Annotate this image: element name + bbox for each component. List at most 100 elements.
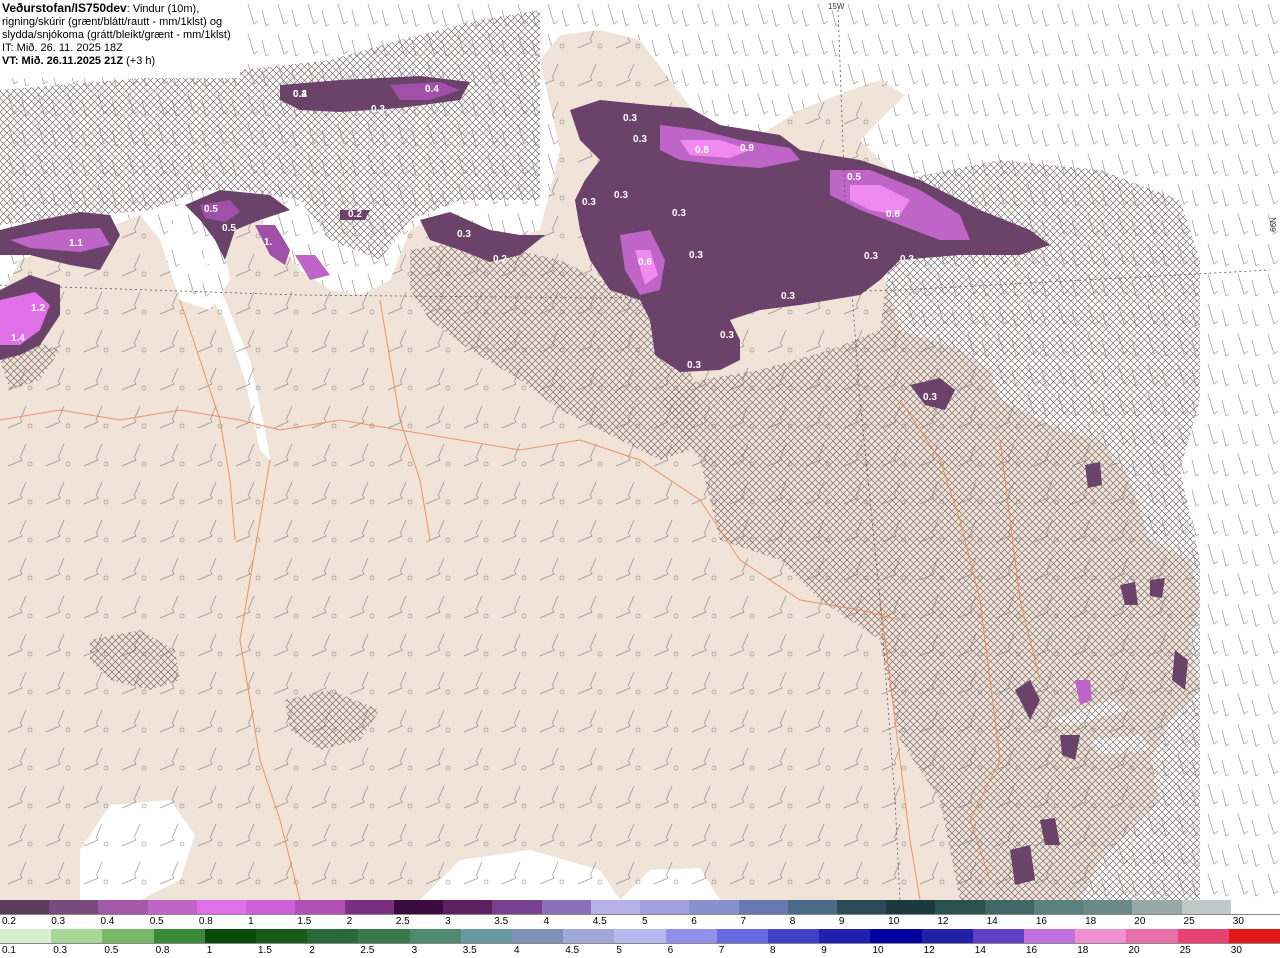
legend-label: 6 <box>691 916 697 927</box>
precip-value-label: 0.3 <box>457 229 471 240</box>
precip-value-label: 0.3 <box>623 113 637 124</box>
precip-value-label: 0.3 <box>614 190 628 201</box>
legend-rain-labels: 0.1 0.3 0.5 0.8 1 1.5 2 2.5 3 3.5 4 4.5 5 6 7 8 9 10 12 14 1… <box>0 944 1280 958</box>
legend-swatch <box>768 929 820 943</box>
legend-swatch <box>460 929 513 943</box>
legend-label: 4.5 <box>565 945 580 956</box>
legend-swatch <box>716 929 769 943</box>
description-first: : Vindur (10m), <box>126 3 200 15</box>
legend-swatch <box>1024 929 1076 943</box>
legend-swatch <box>640 900 690 914</box>
legend-swatch <box>836 900 887 914</box>
legend-label: 9 <box>821 945 827 956</box>
precip-value-label: 0.3 <box>672 208 686 219</box>
legend-label: 7 <box>740 916 747 927</box>
info-title-line: Veðurstofan/IS750dev: Vindur (10m), <box>2 2 240 16</box>
legend-swatch <box>0 929 52 943</box>
precip-value-label: 0.4 <box>293 89 307 100</box>
precip-value-label: 0.9 <box>740 143 754 154</box>
legend-swatch <box>563 929 615 943</box>
precip-value-label: 0.3 <box>720 330 734 341</box>
legend-swatch <box>246 900 296 914</box>
precip-value-label: 0.6 <box>638 257 652 268</box>
legend-swatch <box>1177 929 1229 943</box>
precip-value-label: 0.5 <box>847 172 861 183</box>
precip-value-label: 1.1 <box>69 238 83 249</box>
legend-label: 10 <box>888 916 900 927</box>
legend-swatch <box>984 900 1034 914</box>
precip-value-label: 0.4 <box>425 84 439 95</box>
forecast-map[interactable]: 0.2 0.3 0.4 0.4 0.2 0.5 1.1 1. 0.5 1.2 1.4 0.3 0.2 0.… <box>0 0 1280 900</box>
legend-label: 25 <box>1179 945 1191 956</box>
legend-label: 1.5 <box>258 945 272 956</box>
legend-label: 9 <box>838 916 845 927</box>
legend-label: 18 <box>1085 916 1097 927</box>
precip-value-label: 0.2 <box>348 209 362 220</box>
precip-value-label: 0.3 <box>689 250 703 261</box>
legend-label: 1.5 <box>297 916 312 927</box>
legend-label: 3.5 <box>462 945 477 956</box>
legend-swatch <box>935 900 985 914</box>
legend-swatch <box>665 929 717 943</box>
legend-swatch <box>0 900 50 914</box>
legend-swatch <box>358 929 410 943</box>
legend-swatch <box>972 929 1025 943</box>
legend-label: 0.8 <box>198 916 213 927</box>
legend-label: 3 <box>445 916 451 927</box>
legend-swatch <box>1075 929 1127 943</box>
legend-label: 10 <box>872 945 884 956</box>
legend-label: 8 <box>770 945 776 956</box>
legend-swatch <box>921 929 973 943</box>
legend-label: 4 <box>543 916 550 927</box>
precip-value-label: 0.3 <box>900 254 914 265</box>
precip-value-label: 0.3 <box>582 197 596 208</box>
legend-label: 18 <box>1077 945 1089 956</box>
legend-label: 30 <box>1232 916 1244 927</box>
legend-snow-swatches <box>0 900 1280 915</box>
legend-swatch <box>1033 900 1084 914</box>
valid-time-line: VT: Mið. 26.11.2025 21Z (+3 h) <box>2 55 240 68</box>
legend-swatch <box>1126 929 1178 943</box>
legend-label: 12 <box>923 945 935 956</box>
legend-label: 20 <box>1128 945 1140 956</box>
legend-label: 0.5 <box>104 945 119 956</box>
legend-label: 5 <box>616 945 622 956</box>
legend-swatch <box>1132 900 1182 914</box>
legend-swatch <box>307 929 359 943</box>
legend-label: 2.5 <box>360 945 375 956</box>
legend-snow: 0.2 0.3 0.4 0.5 0.8 1 1.5 2 2.5 3 3.5 4 4.5 5 6 7 8 9 10 12… <box>0 900 1280 929</box>
legend-swatch <box>51 929 103 943</box>
precip-value-label: 0.8 <box>695 145 709 156</box>
legend-label: 12 <box>937 916 949 927</box>
precip-value-label: 0.3 <box>864 251 878 262</box>
legend-label: 0.2 <box>2 916 16 927</box>
legend-swatch <box>738 900 788 914</box>
legend-label: 0.8 <box>155 945 170 956</box>
legend-swatch <box>590 900 641 914</box>
legend-swatch <box>256 929 308 943</box>
legend-swatch <box>492 900 542 914</box>
legend-label: 7 <box>718 945 725 956</box>
legend-swatch <box>393 900 444 914</box>
legend-label: 4.5 <box>592 916 607 927</box>
legend-swatch <box>512 929 564 943</box>
description-line-2: slydda/snjókoma (grátt/bleikt/grænt - mm… <box>2 29 231 41</box>
valid-time: VT: Mið. 26.11.2025 21Z <box>2 55 124 67</box>
precip-value-label: 0.3 <box>687 360 701 371</box>
precip-value-label: 0.2 <box>493 254 507 265</box>
legend-swatch <box>614 929 666 943</box>
legend-swatch <box>541 900 591 914</box>
legend-swatch <box>49 900 99 914</box>
legend-swatch <box>819 929 871 943</box>
longitude-label: 15W <box>828 2 845 11</box>
legend-swatch <box>153 929 205 943</box>
description-line-1: rigning/skúrir (grænt/blátt/rautt - mm/1… <box>2 16 223 28</box>
legend-swatch <box>204 929 257 943</box>
init-time: IT: Mið. 26. 11. 2025 18Z <box>2 42 123 54</box>
legend-swatch <box>689 900 739 914</box>
legend-label: 20 <box>1134 916 1146 927</box>
precip-value-label: 0.3 <box>781 291 795 302</box>
precip-value-label: 0.3 <box>371 104 385 115</box>
latitude-label: 66N <box>1268 217 1278 232</box>
legend-label: 25 <box>1183 916 1195 927</box>
